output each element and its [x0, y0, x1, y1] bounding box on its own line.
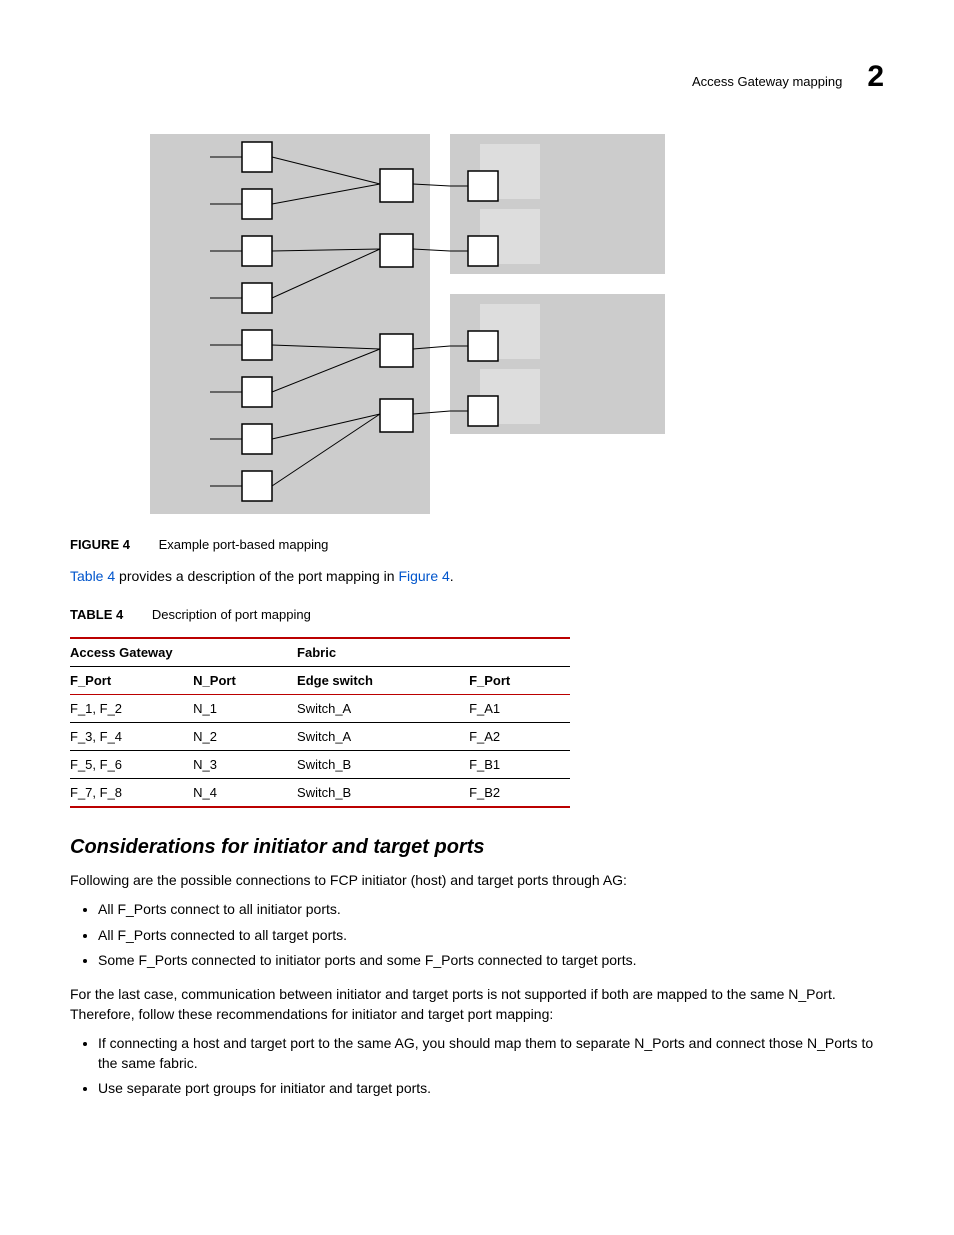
- subheading: Considerations for initiator and target …: [70, 836, 884, 859]
- table-row: F_1, F_2N_1Switch_AF_A1: [70, 694, 570, 722]
- table-cell: N_3: [193, 750, 297, 778]
- list-item: If connecting a host and target port to …: [98, 1034, 884, 1073]
- table-col-header: Edge switch: [297, 666, 469, 694]
- para2: For the last case, communication between…: [70, 985, 884, 1024]
- table-row: F_5, F_6N_3Switch_BF_B1: [70, 750, 570, 778]
- table-cell: F_7, F_8: [70, 778, 193, 807]
- table-title: Description of port mapping: [152, 607, 311, 622]
- table-cell: F_B1: [469, 750, 570, 778]
- figure-caption: FIGURE 4 Example port-based mapping: [70, 537, 884, 552]
- list-item: All F_Ports connected to all target port…: [98, 926, 884, 946]
- table-group-header: Fabric: [297, 638, 570, 667]
- table-row: F_3, F_4N_2Switch_AF_A2: [70, 722, 570, 750]
- figure-label: FIGURE 4: [70, 537, 130, 552]
- page-header: Access Gateway mapping 2: [70, 60, 884, 94]
- figure-title: Example port-based mapping: [159, 537, 329, 552]
- table-cell: Switch_A: [297, 694, 469, 722]
- table-col-header: N_Port: [193, 666, 297, 694]
- intro-post: .: [450, 568, 454, 584]
- table-cell: N_4: [193, 778, 297, 807]
- table-cell: Switch_A: [297, 722, 469, 750]
- table-cell: N_2: [193, 722, 297, 750]
- table-caption: TABLE 4 Description of port mapping: [70, 607, 884, 622]
- intro-paragraph: Table 4 provides a description of the po…: [70, 567, 884, 587]
- table-cell: Switch_B: [297, 750, 469, 778]
- bullet-list-2: If connecting a host and target port to …: [70, 1034, 884, 1099]
- header-section-title: Access Gateway mapping: [692, 74, 842, 89]
- table-cell: Switch_B: [297, 778, 469, 807]
- list-item: Some F_Ports connected to initiator port…: [98, 951, 884, 971]
- table-col-header: F_Port: [469, 666, 570, 694]
- header-chapter-number: 2: [867, 60, 884, 94]
- table-cell: F_A2: [469, 722, 570, 750]
- table-cell: F_5, F_6: [70, 750, 193, 778]
- table-group-header: Access Gateway: [70, 638, 297, 667]
- list-item: All F_Ports connect to all initiator por…: [98, 900, 884, 920]
- bullet-list-1: All F_Ports connect to all initiator por…: [70, 900, 884, 971]
- table-col-header: F_Port: [70, 666, 193, 694]
- table-cell: F_B2: [469, 778, 570, 807]
- table-cell: F_1, F_2: [70, 694, 193, 722]
- link-figure-4[interactable]: Figure 4: [398, 568, 449, 584]
- link-table-4[interactable]: Table 4: [70, 568, 115, 584]
- list-item: Use separate port groups for initiator a…: [98, 1079, 884, 1099]
- intro2-paragraph: Following are the possible connections t…: [70, 871, 884, 891]
- table-cell: F_3, F_4: [70, 722, 193, 750]
- table-cell: N_1: [193, 694, 297, 722]
- figure-diagram: [150, 134, 884, 517]
- table-row: F_7, F_8N_4Switch_BF_B2: [70, 778, 570, 807]
- intro-mid: provides a description of the port mappi…: [115, 568, 398, 584]
- table-label: TABLE 4: [70, 607, 123, 622]
- table-cell: F_A1: [469, 694, 570, 722]
- port-mapping-table: Access Gateway Fabric F_Port N_Port Edge…: [70, 637, 570, 808]
